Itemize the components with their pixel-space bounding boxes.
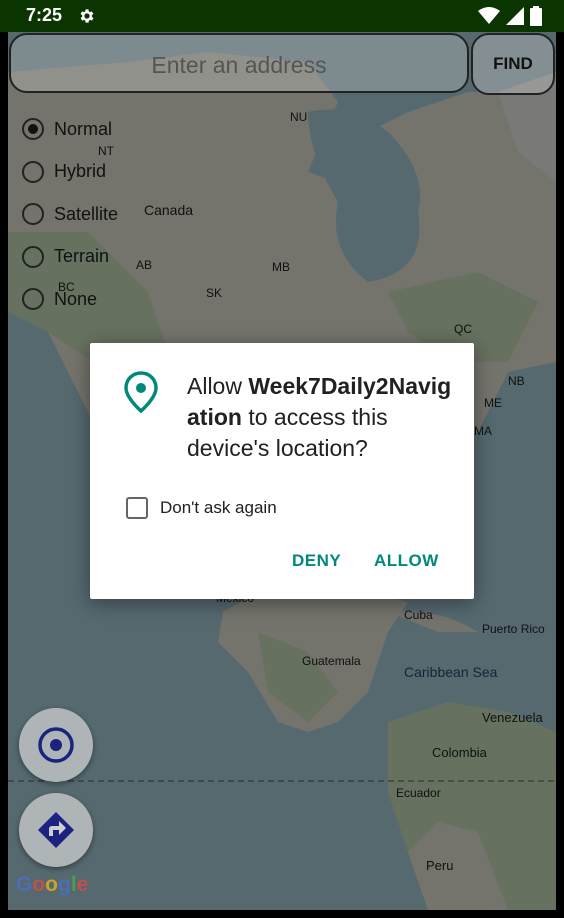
dialog-prefix: Allow: [187, 373, 249, 399]
my-location-button[interactable]: [19, 708, 93, 782]
address-input[interactable]: Enter an address: [9, 33, 469, 93]
radio-button-none[interactable]: [22, 288, 44, 311]
allow-button[interactable]: ALLOW: [374, 551, 439, 571]
signal-icon: [506, 7, 524, 25]
google-logo-letter: e: [76, 873, 89, 896]
radio-button-satellite[interactable]: [22, 203, 44, 226]
battery-icon: [530, 6, 542, 26]
wifi-icon: [478, 7, 500, 24]
radio-normal[interactable]: Normal: [22, 108, 118, 151]
google-logo-letter: G: [16, 873, 33, 896]
status-time: 7:25: [26, 5, 63, 25]
radio-satellite[interactable]: Satellite: [22, 193, 118, 236]
google-logo: Google: [16, 873, 88, 897]
location-pin-icon: [124, 371, 158, 413]
google-logo-letter: g: [58, 873, 71, 896]
map-type-radio-group: Normal Hybrid Satellite Terrain None: [22, 108, 118, 321]
dont-ask-again-checkbox[interactable]: [126, 497, 148, 519]
find-button[interactable]: FIND: [471, 33, 555, 95]
permission-dialog: Allow Week7Daily2Navigation to access th…: [90, 343, 474, 599]
bottom-border: [0, 910, 564, 918]
gear-icon: [80, 9, 94, 23]
radio-label-terrain: Terrain: [54, 246, 110, 267]
radio-terrain[interactable]: Terrain: [22, 236, 118, 279]
dont-ask-again-label[interactable]: Don't ask again: [160, 498, 277, 518]
right-border: [556, 32, 564, 918]
radio-label-satellite: Satellite: [54, 203, 119, 224]
radio-label-hybrid: Hybrid: [54, 161, 107, 182]
radio-label-none: None: [54, 288, 98, 309]
radio-button-normal[interactable]: [22, 118, 44, 141]
google-logo-letter: o: [45, 873, 58, 896]
status-bar: 7:25: [0, 0, 564, 32]
directions-button[interactable]: [19, 793, 93, 867]
radio-label-normal: Normal: [54, 118, 113, 139]
radio-none[interactable]: None: [22, 278, 118, 321]
dialog-message: Allow Week7Daily2Navigation to access th…: [187, 371, 457, 464]
radio-button-hybrid[interactable]: [22, 160, 44, 183]
left-border: [0, 32, 8, 918]
radio-hybrid[interactable]: Hybrid: [22, 151, 118, 194]
my-location-icon: [38, 727, 74, 763]
google-logo-letter: o: [32, 873, 46, 896]
radio-button-terrain[interactable]: [22, 245, 44, 268]
directions-icon: [38, 812, 74, 848]
deny-button[interactable]: DENY: [292, 551, 341, 571]
